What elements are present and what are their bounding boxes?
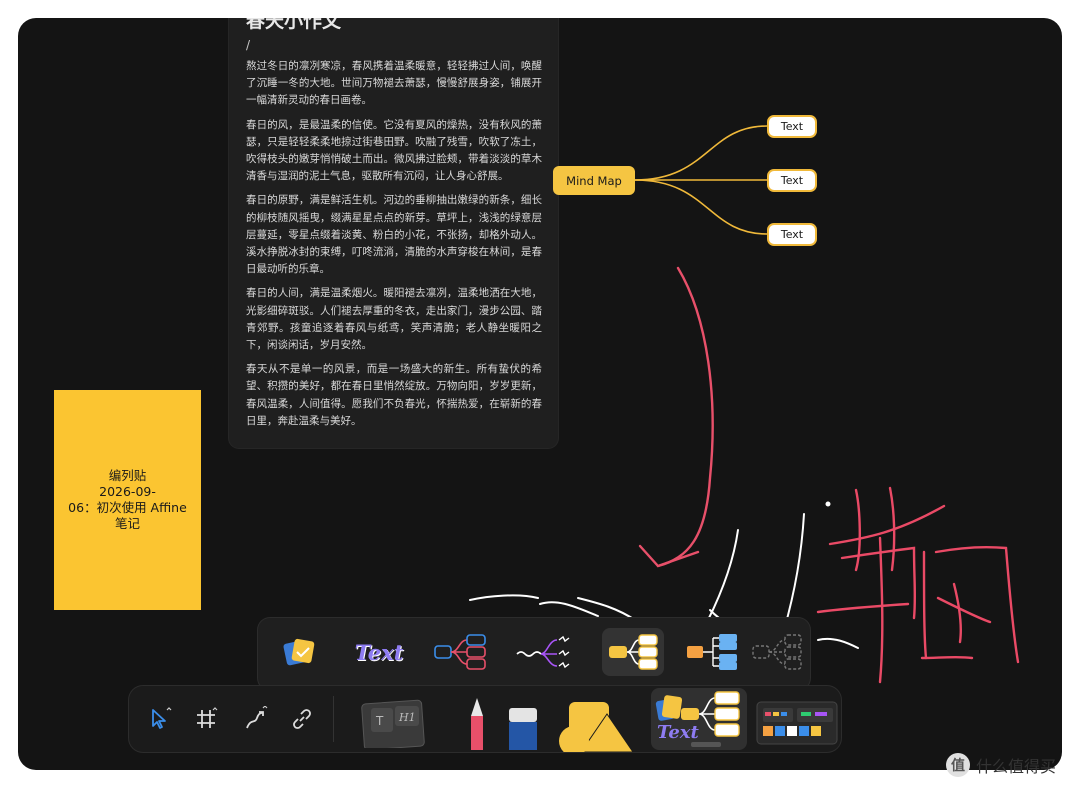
- mindmap-tool-icon: Text: [655, 691, 740, 747]
- sticker-icon: [283, 638, 315, 666]
- cursor-icon: [152, 707, 172, 729]
- eraser-icon: [509, 708, 537, 750]
- template-icon: [756, 701, 838, 745]
- watermark-text: 什么值得买: [976, 757, 1057, 776]
- connector-tool-button[interactable]: [239, 702, 273, 736]
- eraser-tool-button[interactable]: [503, 702, 543, 750]
- red-ink-characters: [816, 486, 1020, 684]
- toolbar-divider: [333, 696, 334, 742]
- pen-tool-button[interactable]: [461, 694, 493, 750]
- mindmap-yellow-icon: [609, 634, 658, 670]
- blue-tree-style-option[interactable]: [682, 628, 744, 676]
- mindmap-outline-icon: [434, 634, 486, 670]
- mindmap-tool-button[interactable]: Text: [651, 688, 747, 750]
- whiteboard-canvas[interactable]: 春天小作文 / 熬过冬日的凛冽寒凉，春风携着温柔暖意，轻轻拂过人间，唤醒了沉睡一…: [18, 18, 1062, 770]
- text-card-label: T: [375, 714, 384, 728]
- link-tool-button[interactable]: [285, 702, 319, 736]
- note-card-label: H1: [398, 711, 416, 724]
- main-toolbar: T H1 Text: [129, 686, 841, 756]
- sticker-style-option[interactable]: [268, 628, 330, 676]
- mindmap-handdrawn-icon: [516, 635, 570, 669]
- mindmap-tree-icon: [687, 634, 737, 670]
- mindmap-child-node[interactable]: Text: [767, 115, 817, 138]
- mindmap-style-panel: Text: [258, 618, 810, 690]
- connector-icon: [246, 706, 268, 729]
- connector-line: [634, 125, 768, 181]
- watermark-logo-icon: 值: [946, 753, 970, 777]
- select-tool-button[interactable]: [143, 702, 177, 736]
- shapes-icon: [559, 702, 634, 756]
- mindmap-child-node[interactable]: Text: [767, 169, 817, 192]
- blue-outline-style-option[interactable]: [432, 628, 494, 676]
- frame-tool-button[interactable]: [189, 702, 223, 736]
- pencil-icon: [471, 698, 483, 750]
- handdrawn-style-option[interactable]: [514, 628, 576, 676]
- mindmap-child-node[interactable]: Text: [767, 223, 817, 246]
- template-tool-button[interactable]: [753, 694, 839, 752]
- mindmap-connectors: [634, 125, 768, 235]
- mindmap-dashed-icon: [752, 634, 802, 670]
- link-icon: [293, 709, 311, 729]
- red-arrow-stroke: [638, 266, 714, 568]
- frame-icon: [197, 707, 218, 728]
- note-cards-icon: T H1: [361, 699, 425, 751]
- yellow-style-option[interactable]: [602, 628, 664, 676]
- dashed-style-option[interactable]: [748, 628, 810, 676]
- shape-tool-button[interactable]: [555, 696, 635, 756]
- note-tool-button[interactable]: T H1: [357, 694, 441, 751]
- connector-line: [634, 179, 768, 235]
- mindmap-tool-label: Text: [657, 722, 700, 743]
- mindmap-root-node[interactable]: Mind Map: [553, 166, 635, 195]
- text-style-label: Text: [354, 639, 404, 665]
- text-style-option[interactable]: Text: [348, 628, 410, 676]
- watermark: 值 什么值得买: [946, 752, 1056, 778]
